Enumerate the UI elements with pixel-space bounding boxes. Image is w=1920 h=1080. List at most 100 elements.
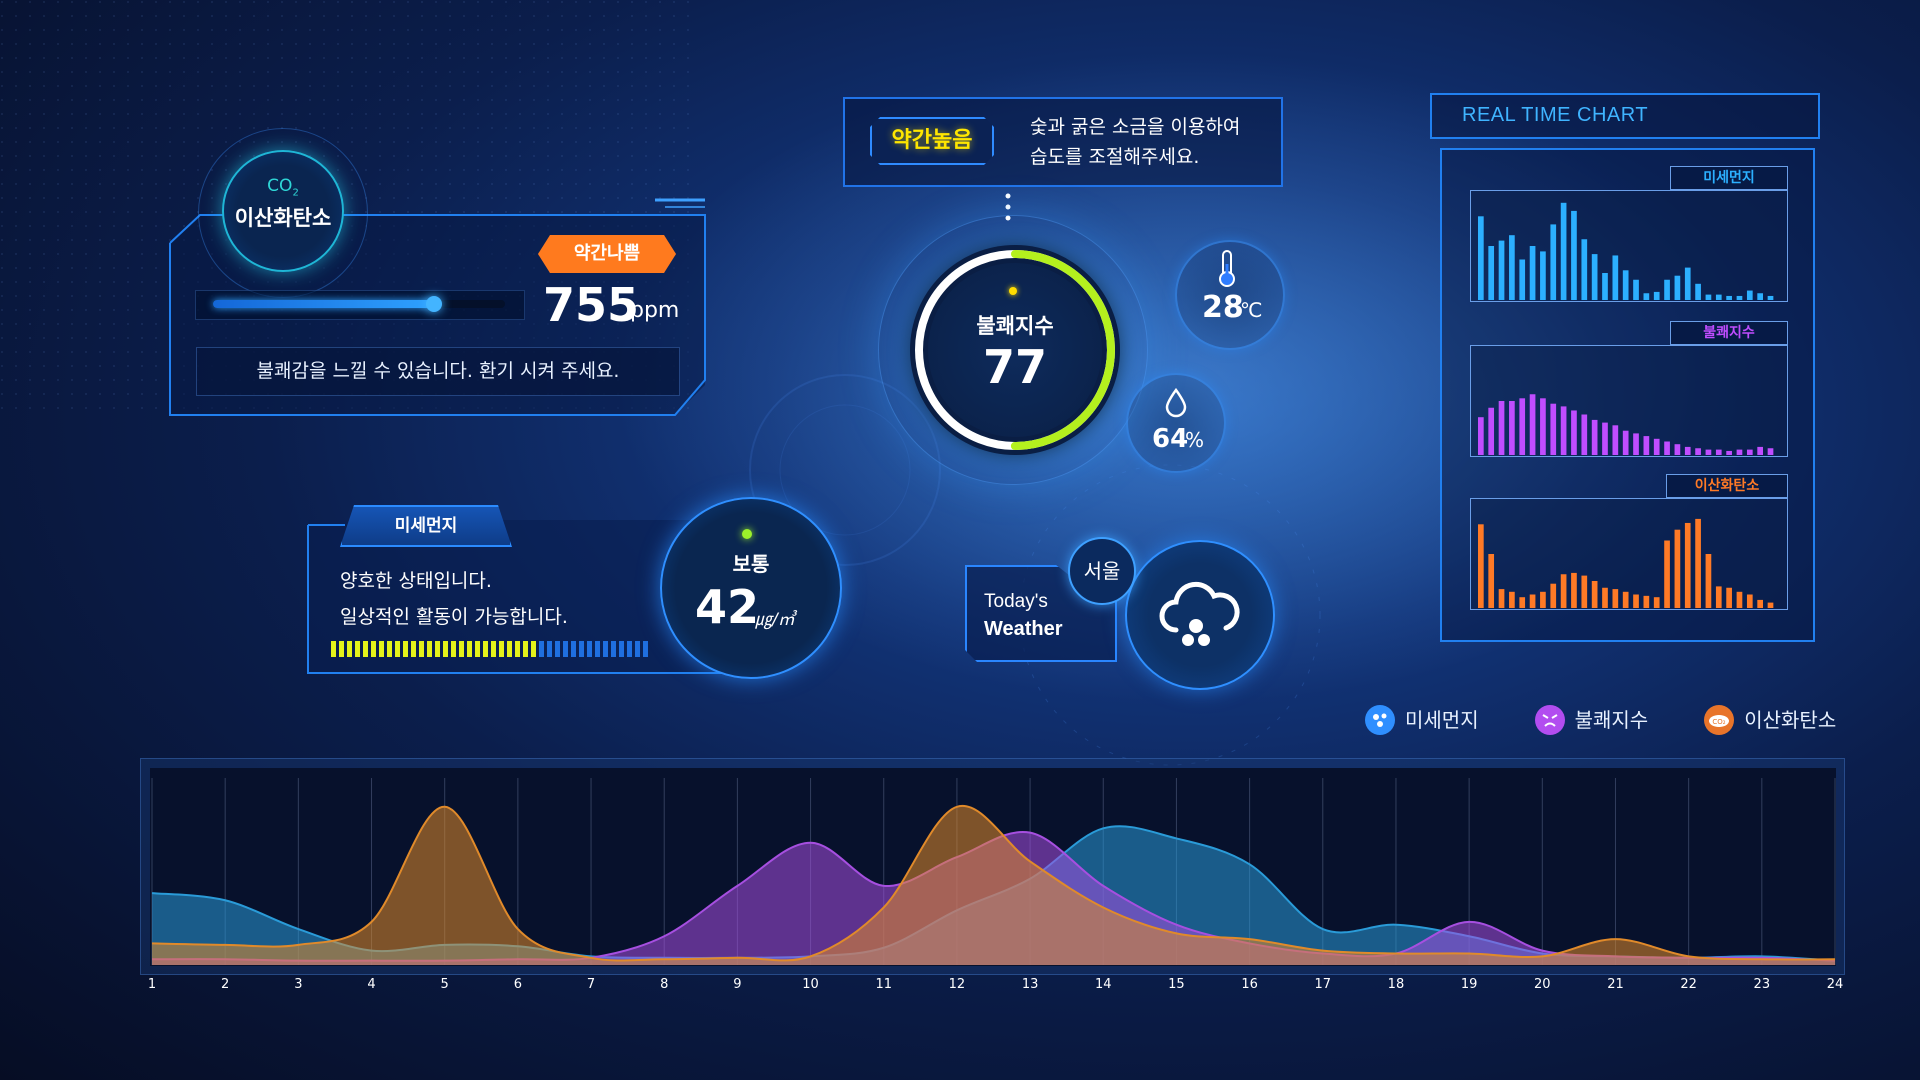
realtime-bar <box>1653 597 1660 608</box>
dust-meter-segment <box>403 641 408 657</box>
discomfort-label: 불쾌지수 <box>976 314 1054 338</box>
x-tick-label: 22 <box>1680 977 1697 992</box>
realtime-bar <box>1757 293 1763 300</box>
dust-meter-segment <box>371 641 376 657</box>
legend-item-discomfort[interactable]: 불쾌지수 <box>1534 705 1648 735</box>
notice-line-2: 습도를 조절해주세요. <box>1030 146 1200 168</box>
realtime-bar <box>1612 255 1619 300</box>
x-tick-label: 15 <box>1168 977 1185 992</box>
realtime-bar <box>1540 591 1546 608</box>
dust-meter-segment <box>443 641 448 657</box>
x-tick-label: 14 <box>1095 977 1112 992</box>
realtime-bar <box>1674 275 1681 300</box>
realtime-bar <box>1695 518 1701 608</box>
legend-item-dust[interactable]: 미세먼지 <box>1365 705 1479 735</box>
realtime-bar <box>1612 589 1619 608</box>
dust-meter-segment <box>555 641 560 657</box>
co2-cloud-icon: CO₂ <box>1704 705 1735 735</box>
realtime-bar <box>1643 293 1650 300</box>
dust-line-1: 양호한 상태입니다. <box>340 570 492 592</box>
x-tick-label: 24 <box>1827 977 1844 992</box>
temperature-value: 28 <box>1202 290 1244 325</box>
weather-line-2: Weather <box>984 618 1063 640</box>
realtime-bar <box>1746 449 1753 455</box>
humidity-unit: % <box>1185 428 1205 452</box>
realtime-bar <box>1602 422 1608 455</box>
x-tick-label: 17 <box>1315 977 1332 992</box>
co2-level-bar <box>213 300 435 308</box>
x-tick-label: 13 <box>1022 977 1039 992</box>
x-tick-label: 4 <box>367 977 375 992</box>
co2-status-badge: 약간나쁨 <box>538 235 676 273</box>
dust-meter-segment <box>475 641 480 657</box>
realtime-bar <box>1726 295 1732 300</box>
discomfort-value: 77 <box>982 340 1047 394</box>
realtime-bar <box>1726 450 1732 455</box>
dust-tab[interactable]: 미세먼지 <box>340 505 512 547</box>
realtime-bar <box>1509 591 1515 608</box>
co2-value: 755 <box>543 278 640 332</box>
realtime-bar <box>1757 599 1763 608</box>
dust-meter-segment <box>339 641 344 657</box>
dust-meter-segment <box>619 641 624 657</box>
realtime-bar <box>1622 591 1629 608</box>
realtime-bar <box>1643 436 1650 455</box>
temperature-unit: ℃ <box>1240 298 1263 322</box>
realtime-bar <box>1519 597 1526 608</box>
realtime-bar <box>1684 522 1691 608</box>
x-tick-label: 16 <box>1241 977 1258 992</box>
x-tick-label: 21 <box>1607 977 1624 992</box>
dust-meter-segment <box>483 641 488 657</box>
dust-meter-segment <box>467 641 472 657</box>
dust-meter-segment <box>379 641 384 657</box>
x-tick-label: 10 <box>802 977 819 992</box>
x-tick-label: 8 <box>660 977 668 992</box>
dust-status: 보통 <box>732 552 770 576</box>
x-tick-label: 19 <box>1461 977 1478 992</box>
co2-message: 불쾌감을 느낄 수 있습니다. 환기 시켜 주세요. <box>196 347 680 396</box>
legend-label-dust: 미세먼지 <box>1405 708 1479 732</box>
realtime-bar <box>1540 251 1546 300</box>
dust-meter-segment <box>395 641 400 657</box>
angry-face-icon <box>1534 705 1565 735</box>
water-drop-icon <box>1165 388 1187 418</box>
realtime-bar <box>1571 410 1577 455</box>
dust-meter-segment <box>627 641 632 657</box>
realtime-bar <box>1757 446 1763 455</box>
co2-formula: CO2 <box>267 176 299 199</box>
dust-meter-segment <box>347 641 352 657</box>
legend-item-co2[interactable]: CO₂ 이산화탄소 <box>1704 705 1836 735</box>
city-badge[interactable]: 서울 <box>1068 537 1136 605</box>
x-tick-label: 9 <box>733 977 741 992</box>
dust-text: 양호한 상태입니다. 일상적인 활동이 가능합니다. <box>340 563 568 635</box>
snow-cloud-icon <box>1159 581 1240 646</box>
chart-legend: 미세먼지 불쾌지수 CO₂ 이산화탄소 <box>1365 705 1836 735</box>
notice-text: 숯과 굵은 소금을 이용하여 습도를 조절해주세요. <box>1030 112 1240 172</box>
legend-label-co2: 이산화탄소 <box>1744 708 1837 732</box>
realtime-bar <box>1550 583 1557 608</box>
dust-meter-segment <box>411 641 416 657</box>
realtime-bar <box>1684 267 1691 300</box>
co2-level-knob[interactable] <box>426 296 442 312</box>
x-tick-label: 2 <box>221 977 229 992</box>
dust-meter-segment <box>427 641 432 657</box>
dust-indicator-dot <box>742 529 752 539</box>
realtime-bar <box>1695 283 1701 300</box>
dust-meter-segment <box>419 641 424 657</box>
x-tick-label: 7 <box>587 977 595 992</box>
realtime-bar <box>1529 394 1536 455</box>
x-tick-label: 6 <box>514 977 522 992</box>
realtime-bar <box>1488 554 1495 608</box>
realtime-bar <box>1664 441 1670 455</box>
realtime-bar <box>1560 202 1567 300</box>
gauge-indicator-dot <box>1009 287 1017 295</box>
co2-unit: ppm <box>630 298 680 323</box>
realtime-bar <box>1529 246 1536 300</box>
dust-meter-segment <box>595 641 600 657</box>
dust-meter-segment <box>499 641 504 657</box>
realtime-bar <box>1633 279 1639 300</box>
realtime-bar <box>1560 406 1567 455</box>
realtime-bar <box>1560 574 1567 608</box>
realtime-bar <box>1478 417 1484 455</box>
svg-text:CO₂: CO₂ <box>1713 718 1726 726</box>
